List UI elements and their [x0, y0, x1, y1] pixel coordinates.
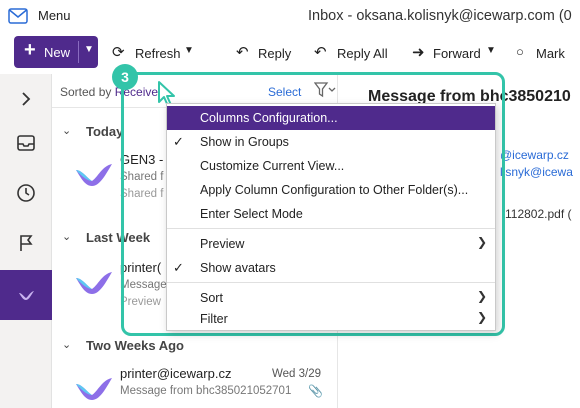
menu-item-label: Preview — [200, 237, 245, 251]
refresh-icon[interactable]: ⟳ — [112, 43, 125, 61]
reply-all-icon[interactable]: ↶ — [314, 43, 327, 61]
menu-item-columns-configuration[interactable]: Columns Configuration... — [167, 106, 495, 130]
new-button-divider — [78, 41, 79, 63]
pane-attachment[interactable]: 112802.pdf ( — [505, 207, 572, 221]
title-bar: Menu Inbox - oksana.kolisnyk@icewarp.com… — [0, 0, 580, 34]
context-menu: Columns Configuration... ✓ Show in Group… — [166, 103, 496, 331]
sort-prefix: Sorted by — [60, 85, 112, 99]
reply-icon[interactable]: ↶ — [236, 43, 249, 61]
menu-item-filter[interactable]: Filter ❯ — [167, 307, 495, 331]
group-header-two-weeks-ago[interactable]: ⌄ Two Weeks Ago — [52, 334, 338, 360]
flag-icon — [20, 235, 33, 251]
rail-item-inbox[interactable] — [0, 118, 52, 168]
paperclip-icon: 📎 — [308, 384, 323, 398]
chevron-down-icon: ⌄ — [62, 339, 72, 351]
menu-item-label: Show in Groups — [200, 135, 289, 149]
reply-all-button[interactable]: Reply All — [337, 46, 388, 61]
menu-item-apply-column-configuration[interactable]: Apply Column Configuration to Other Fold… — [167, 178, 495, 202]
chevron-right-icon: ❯ — [477, 310, 488, 324]
reply-button[interactable]: Reply — [258, 46, 291, 61]
chevron-right-icon — [22, 92, 31, 106]
mark-icon[interactable]: ○ — [516, 44, 524, 59]
chevron-right-icon: ❯ — [477, 289, 488, 303]
toolbar: + New ▼ ⟳ Refresh ▼ ↶ Reply ↶ Reply All … — [0, 34, 580, 74]
avatar — [76, 164, 112, 186]
refresh-button[interactable]: Refresh — [135, 46, 181, 61]
avatar — [76, 272, 112, 294]
nav-rail — [0, 74, 52, 408]
forward-dropdown-icon[interactable]: ▼ — [486, 45, 496, 56]
message-subject: Message from bhc385021052701 — [120, 385, 292, 397]
menu-item-show-avatars[interactable]: ✓ Show avatars — [167, 256, 495, 280]
forward-icon[interactable]: ➜ — [412, 43, 425, 61]
rail-item-recent[interactable] — [0, 168, 52, 218]
checkmark-icon: ✓ — [173, 260, 184, 275]
menu-item-preview[interactable]: Preview ❯ — [167, 232, 495, 256]
refresh-dropdown-icon[interactable]: ▼ — [184, 45, 194, 56]
mail-icon[interactable] — [8, 8, 28, 29]
chevron-down-icon: ⌄ — [62, 125, 72, 137]
menu-item-label: Apply Column Configuration to Other Fold… — [200, 183, 469, 197]
group-label: Today — [86, 124, 124, 139]
pane-from[interactable]: @icewarp.cz — [500, 148, 569, 162]
menu-item-show-in-groups[interactable]: ✓ Show in Groups — [167, 130, 495, 154]
forward-button[interactable]: Forward — [433, 46, 481, 61]
step-badge: 3 — [112, 64, 138, 90]
app-window: Menu Inbox - oksana.kolisnyk@icewarp.com… — [0, 0, 580, 408]
menu-divider — [167, 282, 495, 283]
rail-item-app[interactable] — [0, 270, 52, 320]
menu-item-label: Show avatars — [200, 261, 276, 275]
mark-button[interactable]: Mark — [536, 46, 565, 61]
menu-divider — [167, 228, 495, 229]
new-button-label: New — [44, 45, 71, 60]
message-date: Wed 3/29 — [272, 368, 322, 380]
message-sender: printer@icewarp.cz — [120, 366, 232, 381]
window-title: Inbox - oksana.kolisnyk@icewarp.com (0 — [308, 8, 572, 24]
pane-to[interactable]: lisnyk@icewa — [500, 165, 573, 179]
icewarp-logo-icon — [19, 291, 34, 300]
group-label: Two Weeks Ago — [86, 338, 184, 353]
checkmark-icon: ✓ — [173, 134, 184, 149]
menu-item-label: Customize Current View... — [200, 159, 345, 173]
menu-item-label: Enter Select Mode — [200, 207, 303, 221]
chevron-down-icon[interactable]: ▼ — [84, 44, 94, 55]
rail-item-flagged[interactable] — [0, 218, 52, 268]
plus-icon: + — [24, 39, 36, 61]
menu-label[interactable]: Menu — [38, 8, 71, 23]
inbox-icon — [17, 135, 35, 151]
menu-item-label: Sort — [200, 291, 223, 305]
expand-rail-button[interactable] — [0, 74, 52, 124]
menu-item-label: Columns Configuration... — [200, 111, 338, 125]
menu-item-customize-current-view[interactable]: Customize Current View... — [167, 154, 495, 178]
clock-icon — [17, 184, 35, 202]
avatar — [76, 378, 112, 400]
chevron-right-icon: ❯ — [477, 235, 488, 249]
list-item[interactable]: printer@icewarp.cz Wed 3/29 Message from… — [52, 360, 338, 408]
chevron-down-icon: ⌄ — [62, 231, 72, 243]
new-button[interactable]: + New ▼ — [14, 36, 98, 68]
menu-item-label: Filter — [200, 312, 228, 326]
menu-item-enter-select-mode[interactable]: Enter Select Mode — [167, 202, 495, 226]
